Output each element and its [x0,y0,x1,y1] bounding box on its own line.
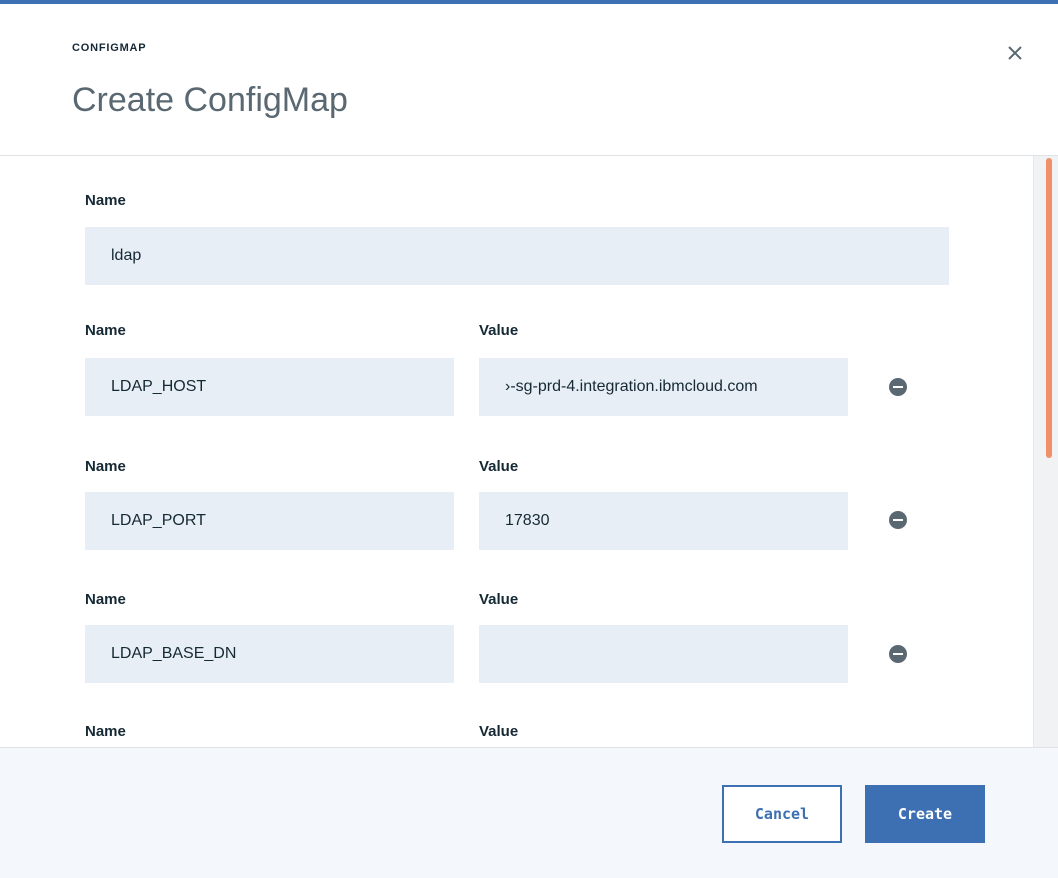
modal-eyebrow: CONFIGMAP [72,42,147,54]
pair-value-input[interactable]: ›-sg-prd-4.integration.ibmcloud.com [479,358,848,416]
remove-pair-button[interactable] [889,378,907,396]
modal-footer: Cancel Create [0,747,1058,878]
modal-body: Name ldap Name Value LDAP_HOST ›-sg-prd-… [0,156,1058,747]
pair-value-label: Value [479,322,519,339]
modal-title: Create ConfigMap [72,81,348,119]
configmap-name-label: Name [85,192,126,209]
create-configmap-modal: CONFIGMAP Create ConfigMap Name ldap Nam… [0,0,1058,878]
close-button[interactable] [1000,38,1030,68]
pair-name-label: Name [85,723,126,740]
pair-name-input[interactable]: LDAP_PORT [85,492,454,550]
pair-value-label: Value [479,458,519,475]
pair-name-label: Name [85,458,126,475]
remove-pair-button[interactable] [889,645,907,663]
create-button[interactable]: Create [865,785,985,843]
pair-name-label: Name [85,322,126,339]
pair-value-label: Value [479,723,519,740]
scrollbar-thumb[interactable] [1046,158,1052,458]
pair-value-input[interactable]: 17830 [479,492,848,550]
remove-pair-button[interactable] [889,511,907,529]
scrollbar[interactable] [1033,156,1058,747]
configmap-name-input[interactable]: ldap [85,227,949,285]
pair-name-input[interactable]: LDAP_BASE_DN [85,625,454,683]
pair-value-label: Value [479,591,519,608]
pair-name-label: Name [85,591,126,608]
modal-header: CONFIGMAP Create ConfigMap [0,4,1058,156]
close-icon [1008,46,1022,60]
pair-value-input[interactable] [479,625,848,683]
pair-name-input[interactable]: LDAP_HOST [85,358,454,416]
cancel-button[interactable]: Cancel [722,785,842,843]
